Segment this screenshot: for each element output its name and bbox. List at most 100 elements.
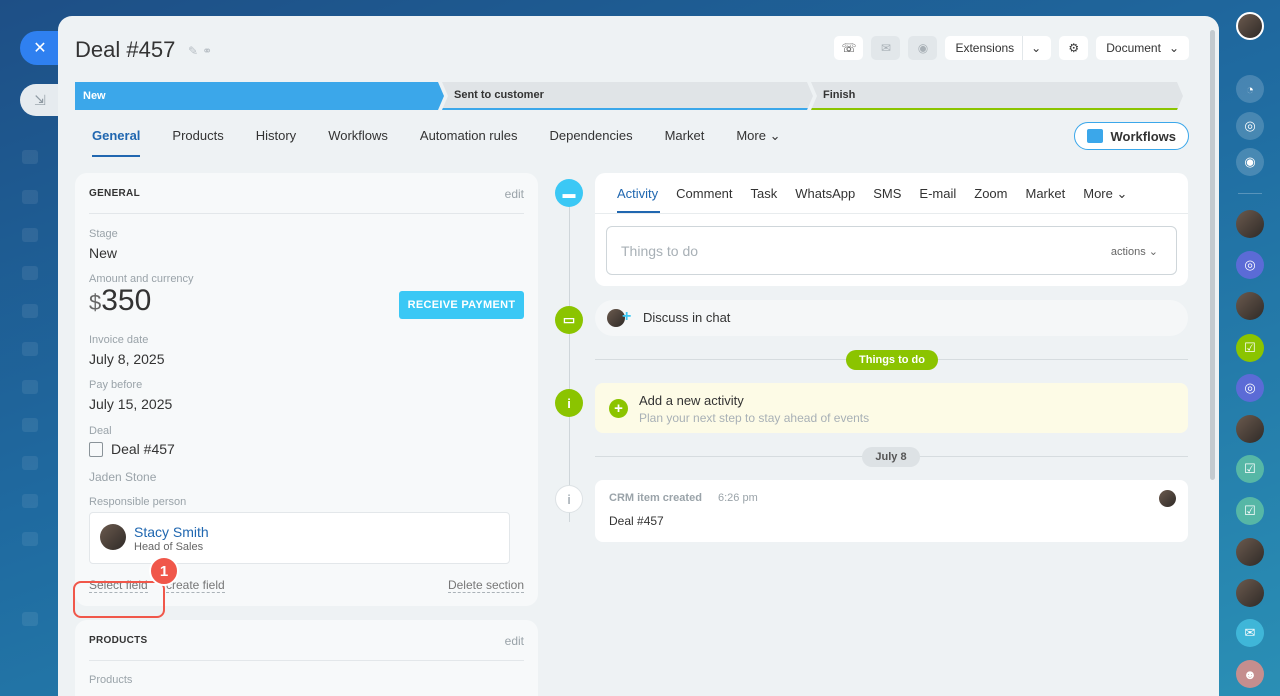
currency-symbol: $: [89, 290, 102, 315]
input-placeholder: Things to do: [621, 243, 699, 259]
menu-ghost-icon: [22, 380, 38, 394]
things-to-do-input[interactable]: Things to do actions ⌄: [606, 226, 1177, 275]
stage-finish[interactable]: Finish: [811, 82, 1183, 110]
phone-button[interactable]: ☏: [834, 36, 864, 60]
button-divider: [1022, 36, 1024, 60]
menu-ghost-icon: [22, 150, 38, 164]
add-activity-item[interactable]: + Add a new activity Plan your next step…: [595, 383, 1188, 433]
gear-icon: ⚙: [1068, 41, 1080, 55]
add-activity-title: Add a new activity: [639, 393, 744, 408]
contact-avatar[interactable]: [1236, 579, 1264, 607]
document-button[interactable]: Document ⌄: [1096, 36, 1189, 60]
add-circle-icon: +: [609, 399, 628, 418]
menu-ghost-icon: [22, 418, 38, 432]
activity-tab-zoom[interactable]: Zoom: [974, 186, 1007, 202]
divider: [89, 213, 524, 214]
tab-more[interactable]: More ⌄: [736, 128, 780, 157]
mail-icon[interactable]: ✉: [1236, 619, 1264, 647]
deal-link[interactable]: Deal #457: [89, 441, 175, 457]
activity-tab-email[interactable]: E-mail: [919, 186, 956, 202]
contact-avatar[interactable]: [1236, 292, 1264, 320]
chat-icon[interactable]: ◉: [1236, 148, 1264, 176]
workflows-button[interactable]: Workflows: [1073, 122, 1189, 150]
contact-avatar[interactable]: [1236, 210, 1264, 238]
task-icon[interactable]: ☑: [1236, 455, 1264, 483]
settings-button[interactable]: ⚙: [1059, 36, 1089, 60]
stage-sent-to-customer[interactable]: Sent to customer: [442, 82, 813, 110]
chat-bubble-icon: ▭: [555, 306, 583, 334]
contact-avatar[interactable]: [1236, 538, 1264, 566]
responsible-label: Responsible person: [89, 496, 187, 508]
activity-tab-whatsapp[interactable]: WhatsApp: [795, 186, 855, 202]
page-title: Deal #457: [75, 37, 176, 62]
bell-icon[interactable]: ◔: [1236, 75, 1264, 103]
activity-tab-market[interactable]: Market: [1026, 186, 1066, 202]
activity-tab-task[interactable]: Task: [751, 186, 778, 202]
menu-ghost-icon: [22, 190, 38, 204]
step-badge: 1: [149, 556, 179, 586]
crm-item-deal[interactable]: Deal #457: [609, 514, 664, 528]
people-icon[interactable]: ☻: [1236, 660, 1264, 688]
crm-item-title: CRM item created: [609, 492, 702, 504]
copilot-icon[interactable]: ◎: [1236, 112, 1264, 140]
right-sidebar: ◔ ◎ ◉ ◎ ☑ ◎ ☑ ☑ ✉ ☻: [1220, 0, 1280, 696]
activity-tab-more[interactable]: More ⌄: [1083, 186, 1127, 202]
stage-new[interactable]: New: [75, 82, 444, 110]
edit-section-link[interactable]: edit: [505, 187, 524, 201]
openlines-icon[interactable]: ◎: [1236, 251, 1264, 279]
edit-section-link[interactable]: edit: [505, 634, 524, 648]
tab-workflows[interactable]: Workflows: [328, 128, 388, 157]
actions-dropdown[interactable]: actions ⌄: [1111, 245, 1158, 258]
stage-label: Stage: [89, 228, 118, 240]
group-icon[interactable]: ◎: [1236, 374, 1264, 402]
task-icon[interactable]: ☑: [1236, 497, 1264, 525]
menu-ghost-icon: [22, 532, 38, 546]
close-slider-button[interactable]: ✕: [20, 31, 60, 65]
minimize-slider-button[interactable]: ⇲: [20, 84, 60, 116]
deal-contact[interactable]: Jaden Stone: [89, 470, 156, 484]
menu-ghost-icon: [22, 266, 38, 280]
pay-before-value[interactable]: July 15, 2025: [89, 396, 172, 412]
edit-pencil-icon[interactable]: ✎: [188, 44, 202, 58]
tab-automation-rules[interactable]: Automation rules: [420, 128, 518, 157]
section-title: GENERAL: [89, 188, 140, 199]
discuss-in-chat-item[interactable]: + Discuss in chat: [595, 300, 1188, 336]
user-avatar[interactable]: [1236, 12, 1264, 40]
responsible-name[interactable]: Stacy Smith: [134, 524, 209, 540]
activity-tab-comment[interactable]: Comment: [676, 186, 732, 202]
invoice-date-value[interactable]: July 8, 2025: [89, 351, 165, 367]
tab-market[interactable]: Market: [665, 128, 705, 157]
stage-value[interactable]: New: [89, 245, 117, 261]
tab-products[interactable]: Products: [172, 128, 223, 157]
delete-section-link[interactable]: Delete section: [447, 578, 524, 593]
divider: [595, 213, 1188, 214]
activity-tab-sms[interactable]: SMS: [873, 186, 901, 202]
document-label: Document: [1106, 41, 1161, 55]
extensions-button[interactable]: Extensions ⌄: [945, 36, 1052, 60]
plus-icon: +: [622, 308, 632, 325]
menu-ghost-icon: [22, 342, 38, 356]
link-icon[interactable]: ⚭: [202, 44, 216, 58]
contact-avatar[interactable]: [1236, 415, 1264, 443]
title-actions: ✎⚭: [188, 44, 216, 58]
activity-tab-activity[interactable]: Activity: [617, 186, 658, 202]
responsible-person-box[interactable]: Stacy Smith Head of Sales: [89, 512, 510, 564]
tab-dependencies[interactable]: Dependencies: [549, 128, 632, 157]
scrollbar[interactable]: [1210, 30, 1215, 480]
comment-icon: ▬: [555, 179, 583, 207]
tab-history[interactable]: History: [256, 128, 296, 157]
workflows-icon: [1086, 129, 1103, 143]
email-button[interactable]: ✉: [871, 36, 901, 60]
tab-general[interactable]: General: [92, 128, 141, 157]
phone-icon: ☏: [841, 41, 857, 55]
task-icon[interactable]: ☑: [1236, 334, 1264, 362]
crm-item-time: 6:26 pm: [718, 492, 758, 504]
amount-number: 350: [101, 284, 152, 317]
avatar: [1159, 490, 1176, 507]
chevron-down-icon[interactable]: ⌄: [1031, 41, 1041, 55]
minimize-icon: ⇲: [34, 91, 46, 108]
amount-value[interactable]: $350: [89, 284, 151, 318]
crm-created-item: CRM item created 6:26 pm Deal #457: [595, 480, 1188, 542]
message-button[interactable]: ◉: [908, 36, 938, 60]
receive-payment-button[interactable]: RECEIVE PAYMENT: [399, 291, 524, 319]
